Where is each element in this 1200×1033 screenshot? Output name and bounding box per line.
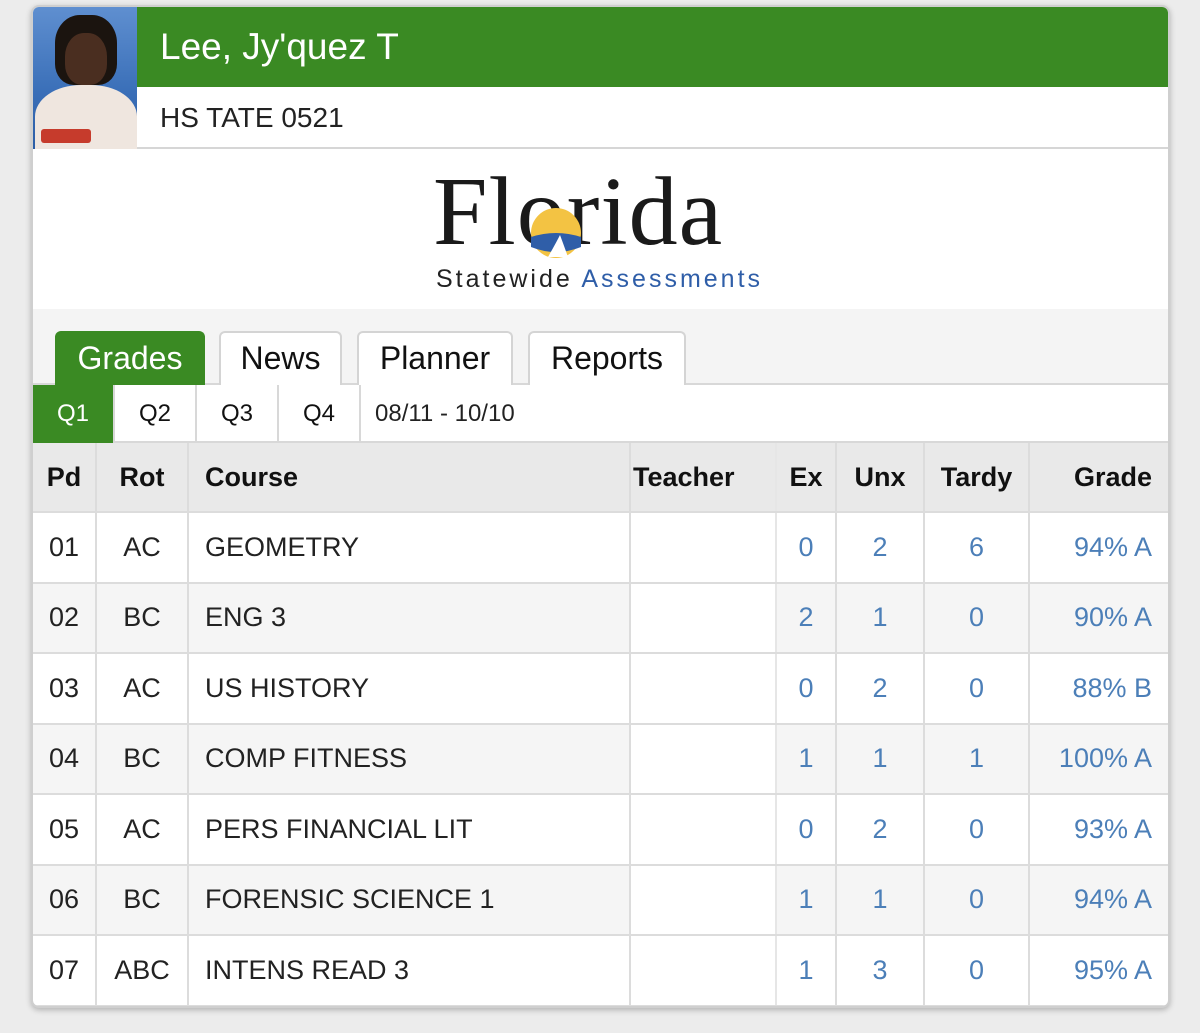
cell-unx-link[interactable]: 1 [837,724,925,793]
cell-pd: 05 [33,795,97,864]
table-row[interactable]: 01 AC GEOMETRY 0 2 6 94% A [33,513,1168,584]
cell-tardy-link[interactable]: 0 [925,654,1030,723]
cell-ex-link[interactable]: 0 [777,513,837,582]
florida-assessments-logo: Florida Statewide Assessments [33,149,1168,309]
cell-rot: BC [97,583,189,652]
cell-teacher [631,936,777,1005]
cell-teacher [631,654,777,723]
cell-ex-link[interactable]: 0 [777,654,837,723]
cell-course: PERS FINANCIAL LIT [189,795,631,864]
cell-unx-link[interactable]: 1 [837,583,925,652]
cell-unx-link[interactable]: 2 [837,513,925,582]
cell-rot: BC [97,865,189,934]
tab-planner[interactable]: Planner [357,331,513,385]
cell-pd: 01 [33,513,97,582]
cell-course: FORENSIC SCIENCE 1 [189,865,631,934]
header-course[interactable]: Course [189,443,631,511]
cell-grade-link[interactable]: 88% B [1030,654,1168,723]
table-row[interactable]: 03 AC US HISTORY 0 2 0 88% B [33,654,1168,725]
header-unx[interactable]: Unx [837,443,925,511]
cell-rot: AC [97,654,189,723]
header-tardy[interactable]: Tardy [925,443,1030,511]
main-tabs: Grades News Planner Reports [33,309,1168,385]
cell-grade-link[interactable]: 93% A [1030,795,1168,864]
cell-rot: AC [97,513,189,582]
cell-ex-link[interactable]: 1 [777,936,837,1005]
cell-unx-link[interactable]: 3 [837,936,925,1005]
sun-road-icon [531,208,581,258]
cell-unx-link[interactable]: 2 [837,795,925,864]
cell-tardy-link[interactable]: 0 [925,795,1030,864]
cell-tardy-link[interactable]: 1 [925,724,1030,793]
cell-grade-link[interactable]: 94% A [1030,513,1168,582]
quarter-date-range: 08/11 - 10/10 [375,400,515,427]
header-ex[interactable]: Ex [777,443,837,511]
cell-pd: 04 [33,724,97,793]
table-row[interactable]: 07 ABC INTENS READ 3 1 3 0 95% A [33,936,1168,1006]
table-header-row: Pd Rot Course Teacher Ex Unx Tardy Grade [33,443,1168,513]
cell-course: GEOMETRY [189,513,631,582]
cell-pd: 07 [33,936,97,1005]
cell-teacher [631,583,777,652]
cell-course: COMP FITNESS [189,724,631,793]
cell-tardy-link[interactable]: 0 [925,583,1030,652]
cell-unx-link[interactable]: 2 [837,654,925,723]
table-row[interactable]: 04 BC COMP FITNESS 1 1 1 100% A [33,724,1168,795]
quarter-tabs: Q1 Q2 Q3 Q4 08/11 - 10/10 [33,385,1168,443]
cell-pd: 03 [33,654,97,723]
student-name: Lee, Jy'quez T [137,7,1168,87]
table-row[interactable]: 05 AC PERS FINANCIAL LIT 0 2 0 93% A [33,795,1168,866]
tab-reports[interactable]: Reports [528,331,686,385]
cell-tardy-link[interactable]: 0 [925,865,1030,934]
cell-course: INTENS READ 3 [189,936,631,1005]
cell-teacher [631,513,777,582]
cell-rot: AC [97,795,189,864]
cell-teacher [631,865,777,934]
school-name: HS TATE 0521 [137,87,1168,149]
cell-pd: 06 [33,865,97,934]
cell-unx-link[interactable]: 1 [837,865,925,934]
cell-grade-link[interactable]: 100% A [1030,725,1168,794]
tab-q3[interactable]: Q3 [197,385,279,443]
cell-teacher [631,795,777,864]
cell-rot: ABC [97,936,189,1005]
cell-ex-link[interactable]: 0 [777,795,837,864]
cell-rot: BC [97,724,189,793]
header-rot[interactable]: Rot [97,443,189,511]
student-photo [33,7,137,149]
tab-news[interactable]: News [219,331,342,385]
cell-course: US HISTORY [189,654,631,723]
student-card: Lee, Jy'quez T HS TATE 0521 Florida Stat… [31,5,1170,1008]
student-header: Lee, Jy'quez T HS TATE 0521 [33,7,1168,149]
tab-grades[interactable]: Grades [55,331,205,385]
cell-grade-link[interactable]: 94% A [1030,866,1168,935]
cell-tardy-link[interactable]: 6 [925,513,1030,582]
cell-ex-link[interactable]: 2 [777,583,837,652]
cell-ex-link[interactable]: 1 [777,865,837,934]
cell-pd: 02 [33,583,97,652]
cell-grade-link[interactable]: 95% A [1030,936,1168,1005]
tab-q2[interactable]: Q2 [115,385,197,443]
cell-ex-link[interactable]: 1 [777,724,837,793]
cell-teacher [631,724,777,793]
tab-q4[interactable]: Q4 [279,385,361,443]
header-teacher[interactable]: Teacher [631,443,777,511]
cell-grade-link[interactable]: 90% A [1030,584,1168,653]
tab-q1[interactable]: Q1 [33,385,115,443]
table-row[interactable]: 02 BC ENG 3 2 1 0 90% A [33,583,1168,654]
grades-table: Pd Rot Course Teacher Ex Unx Tardy Grade… [33,443,1168,1006]
logo-subtitle: Statewide Assessments [436,265,764,293]
cell-course: ENG 3 [189,583,631,652]
table-row[interactable]: 06 BC FORENSIC SCIENCE 1 1 1 0 94% A [33,865,1168,936]
header-pd[interactable]: Pd [33,443,97,511]
cell-tardy-link[interactable]: 0 [925,936,1030,1005]
header-grade[interactable]: Grade [1030,443,1168,511]
